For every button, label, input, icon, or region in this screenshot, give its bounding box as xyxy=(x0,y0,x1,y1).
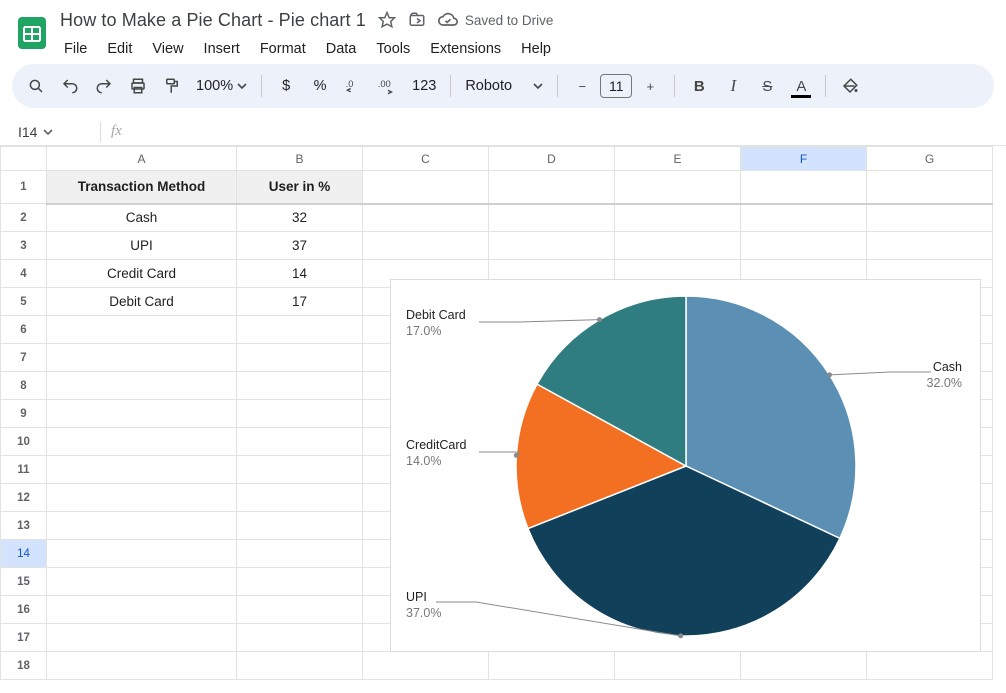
font-size-input[interactable] xyxy=(600,74,632,98)
spreadsheet-area: A B C D E F G 1 Transaction Method User … xyxy=(0,146,1006,680)
menu-bar: File Edit View Insert Format Data Tools … xyxy=(56,38,559,60)
cloud-done-icon xyxy=(438,10,458,30)
cell-A3[interactable]: UPI xyxy=(47,232,237,260)
row-header-13[interactable]: 13 xyxy=(1,512,47,540)
toolbar: 100% $ % .0 .00 123 Roboto − + B I S A xyxy=(12,64,994,108)
row-header-7[interactable]: 7 xyxy=(1,344,47,372)
chart-label-upi: UPI37.0% xyxy=(406,590,441,621)
cell-A1[interactable]: Transaction Method xyxy=(47,171,237,204)
search-icon[interactable] xyxy=(20,70,52,102)
sheets-logo-icon[interactable] xyxy=(14,11,50,55)
chart-label-cash: Cash32.0% xyxy=(927,360,962,391)
col-header-C[interactable]: C xyxy=(363,147,489,171)
select-all-corner[interactable] xyxy=(1,147,47,171)
row-header-5[interactable]: 5 xyxy=(1,288,47,316)
menu-file[interactable]: File xyxy=(56,38,95,60)
fill-color-button[interactable] xyxy=(834,70,866,102)
move-icon[interactable] xyxy=(408,11,426,29)
print-icon[interactable] xyxy=(122,70,154,102)
menu-view[interactable]: View xyxy=(144,38,191,60)
row-header-3[interactable]: 3 xyxy=(1,232,47,260)
font-size-increase[interactable]: + xyxy=(634,70,666,102)
name-box[interactable]: I14 xyxy=(0,124,96,140)
col-header-G[interactable]: G xyxy=(867,147,993,171)
row-header-10[interactable]: 10 xyxy=(1,428,47,456)
cloud-status[interactable]: Saved to Drive xyxy=(438,10,554,30)
format-percent[interactable]: % xyxy=(304,70,336,102)
chevron-down-icon xyxy=(533,81,543,91)
format-currency[interactable]: $ xyxy=(270,70,302,102)
row-header-2[interactable]: 2 xyxy=(1,204,47,232)
row-header-12[interactable]: 12 xyxy=(1,484,47,512)
col-header-B[interactable]: B xyxy=(237,147,363,171)
row-header-17[interactable]: 17 xyxy=(1,624,47,652)
cell-B3[interactable]: 37 xyxy=(237,232,363,260)
saved-to-drive-text: Saved to Drive xyxy=(465,13,554,28)
font-family-value: Roboto xyxy=(465,78,512,94)
row-header-15[interactable]: 15 xyxy=(1,568,47,596)
menu-insert[interactable]: Insert xyxy=(196,38,248,60)
cell-A2[interactable]: Cash xyxy=(47,204,237,232)
chevron-down-icon xyxy=(237,81,247,91)
zoom-select[interactable]: 100% xyxy=(190,70,253,102)
row-header-4[interactable]: 4 xyxy=(1,260,47,288)
row-header-1[interactable]: 1 xyxy=(1,171,47,204)
chevron-down-icon xyxy=(43,127,53,137)
italic-button[interactable]: I xyxy=(717,70,749,102)
increase-decimal-icon[interactable]: .00 xyxy=(372,70,404,102)
cell-B1[interactable]: User in % xyxy=(237,171,363,204)
pie-chart-svg xyxy=(391,280,982,653)
row-header-11[interactable]: 11 xyxy=(1,456,47,484)
col-header-A[interactable]: A xyxy=(47,147,237,171)
cell-B2[interactable]: 32 xyxy=(237,204,363,232)
row-header-14[interactable]: 14 xyxy=(1,540,47,568)
row-header-16[interactable]: 16 xyxy=(1,596,47,624)
row-header-6[interactable]: 6 xyxy=(1,316,47,344)
cell-B4[interactable]: 14 xyxy=(237,260,363,288)
menu-help[interactable]: Help xyxy=(513,38,559,60)
text-color-button[interactable]: A xyxy=(785,70,817,102)
name-box-value: I14 xyxy=(18,124,37,140)
paint-format-icon[interactable] xyxy=(156,70,188,102)
menu-edit[interactable]: Edit xyxy=(99,38,140,60)
row-header-18[interactable]: 18 xyxy=(1,652,47,680)
col-header-D[interactable]: D xyxy=(489,147,615,171)
row-header-9[interactable]: 9 xyxy=(1,400,47,428)
row-header-8[interactable]: 8 xyxy=(1,372,47,400)
bold-button[interactable]: B xyxy=(683,70,715,102)
title-bar: How to Make a Pie Chart - Pie chart 1 Sa… xyxy=(0,0,1006,60)
font-family-select[interactable]: Roboto xyxy=(459,70,549,102)
redo-icon[interactable] xyxy=(88,70,120,102)
cell-A5[interactable]: Debit Card xyxy=(47,288,237,316)
menu-extensions[interactable]: Extensions xyxy=(422,38,509,60)
col-header-F[interactable]: F xyxy=(741,147,867,171)
cell-A4[interactable]: Credit Card xyxy=(47,260,237,288)
star-icon[interactable] xyxy=(378,11,396,29)
col-header-E[interactable]: E xyxy=(615,147,741,171)
cell-B5[interactable]: 17 xyxy=(237,288,363,316)
pie-chart[interactable]: Cash32.0% UPI37.0% CreditCard14.0% Debit… xyxy=(390,279,981,652)
chart-label-debit: Debit Card17.0% xyxy=(406,308,466,339)
menu-format[interactable]: Format xyxy=(252,38,314,60)
strike-button[interactable]: S xyxy=(751,70,783,102)
zoom-value: 100% xyxy=(196,78,233,94)
menu-data[interactable]: Data xyxy=(318,38,365,60)
svg-text:.0: .0 xyxy=(346,79,354,89)
undo-icon[interactable] xyxy=(54,70,86,102)
menu-tools[interactable]: Tools xyxy=(368,38,418,60)
document-title[interactable]: How to Make a Pie Chart - Pie chart 1 xyxy=(60,10,366,31)
decrease-decimal-icon[interactable]: .0 xyxy=(338,70,370,102)
more-formats[interactable]: 123 xyxy=(406,70,442,102)
svg-text:.00: .00 xyxy=(378,78,391,89)
fx-icon: fx xyxy=(111,123,122,140)
chart-label-credit: CreditCard14.0% xyxy=(406,438,466,469)
font-size-decrease[interactable]: − xyxy=(566,70,598,102)
formula-bar: I14 fx xyxy=(0,118,1006,146)
